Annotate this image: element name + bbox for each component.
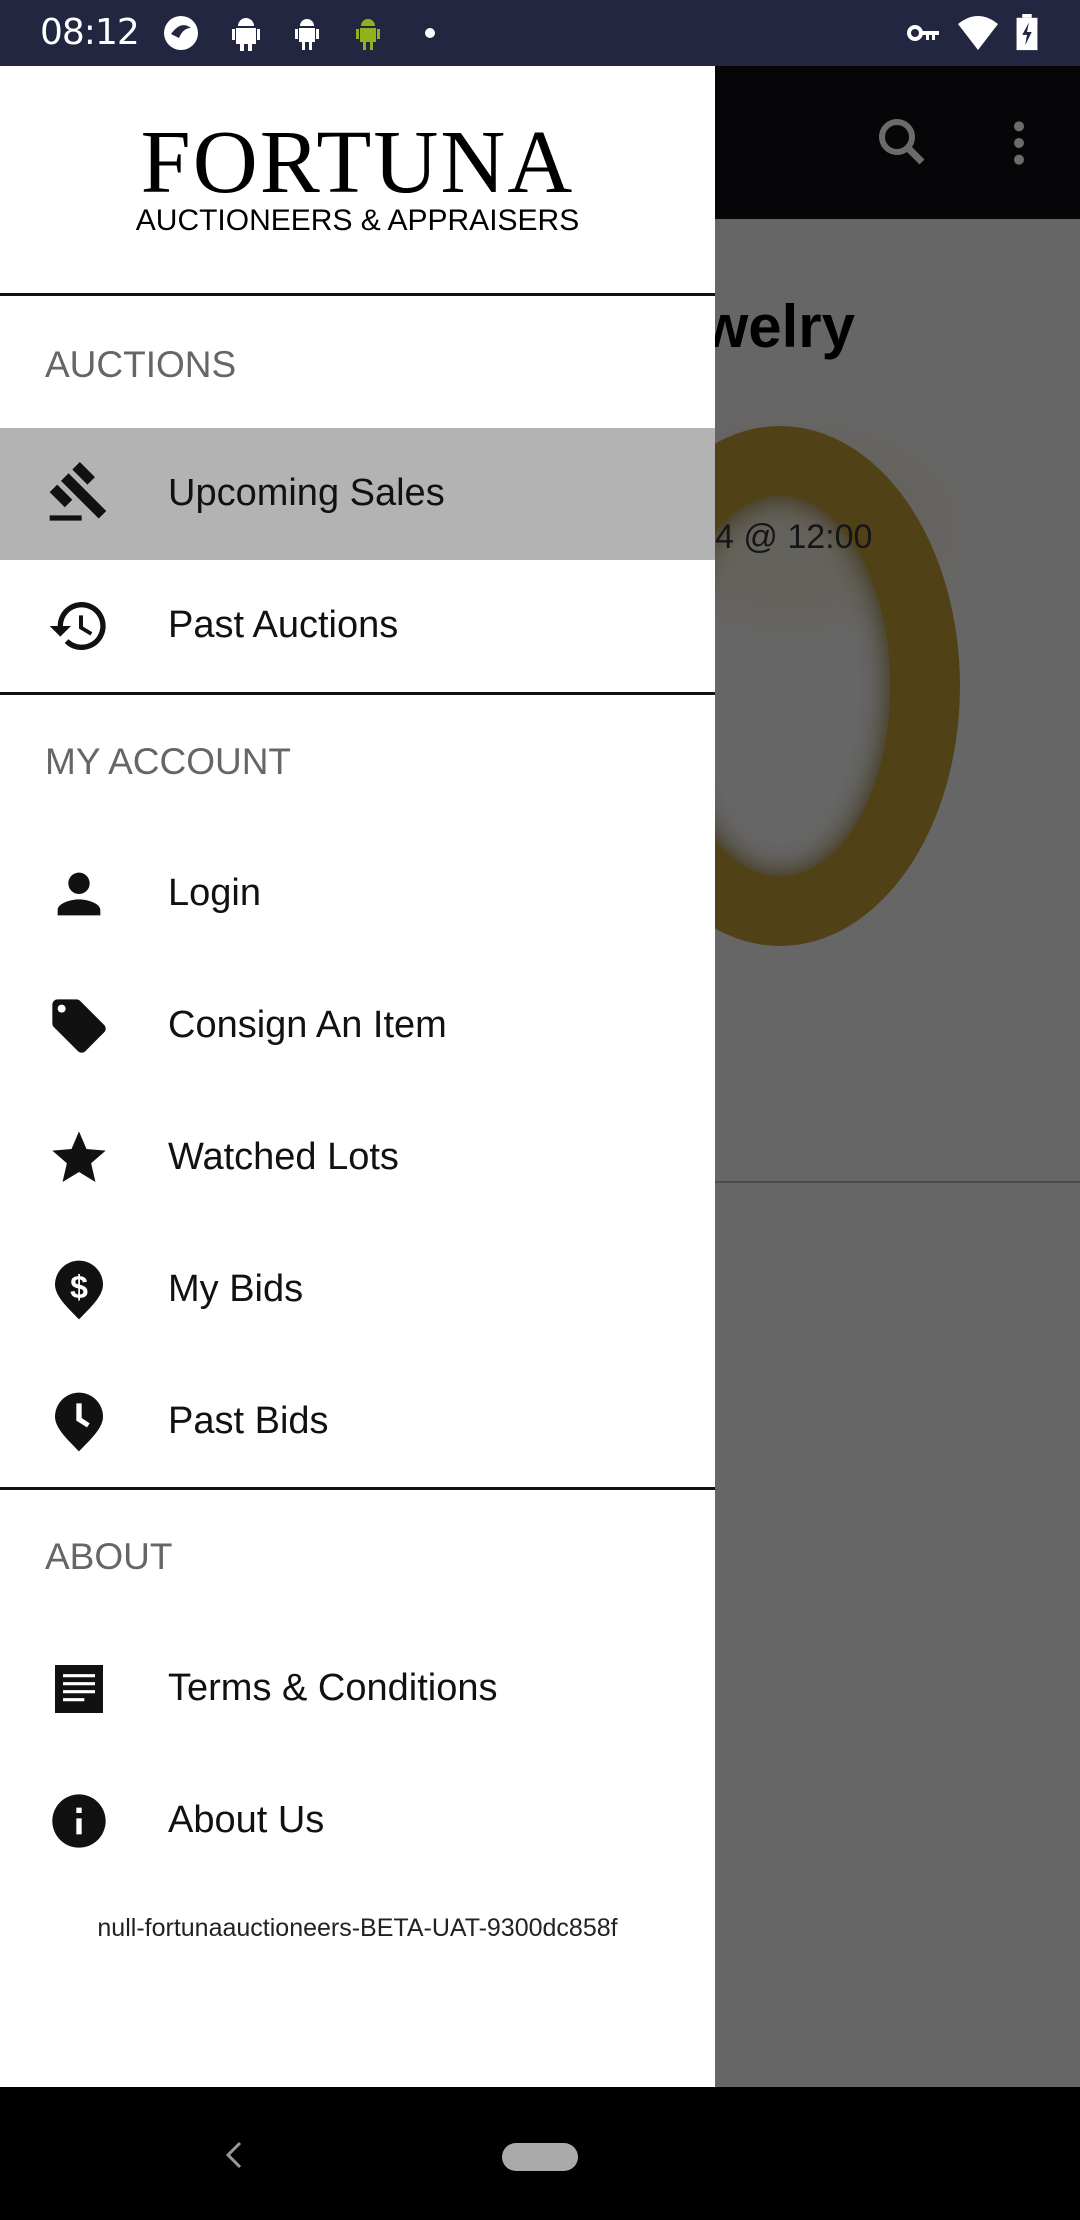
drawer-item-watched-lots[interactable]: Watched Lots xyxy=(0,1092,715,1224)
drawer-item-my-bids[interactable]: $ My Bids xyxy=(0,1224,715,1356)
info-icon xyxy=(52,1794,106,1848)
drawer-item-label: Watched Lots xyxy=(168,1136,399,1178)
drawer-item-label: Login xyxy=(168,872,261,914)
drawer-item-upcoming-sales[interactable]: Upcoming Sales xyxy=(0,428,715,560)
status-bar: 08:12 xyxy=(0,0,1080,66)
document-icon xyxy=(55,1665,103,1713)
drawer-item-past-bids[interactable]: Past Bids xyxy=(0,1356,715,1488)
android-green-icon xyxy=(356,19,380,50)
section-header-about: ABOUT xyxy=(45,1536,173,1577)
back-icon[interactable] xyxy=(222,2139,246,2171)
android-icon xyxy=(232,18,260,51)
drawer-item-past-auctions[interactable]: Past Auctions xyxy=(0,560,715,692)
dot-icon xyxy=(425,28,435,38)
navigation-drawer: FORTUNA AUCTIONEERS & APPRAISERS AUCTION… xyxy=(0,66,715,2087)
navigation-bar xyxy=(0,2087,1080,2220)
drawer-item-label: Consign An Item xyxy=(168,1004,447,1046)
android-icon xyxy=(295,19,319,50)
dollar-pin-icon: $ xyxy=(55,1260,103,1320)
section-header-my-account: MY ACCOUNT xyxy=(45,741,292,782)
section-header-auctions: AUCTIONS xyxy=(45,344,237,385)
wifi-icon xyxy=(958,16,998,50)
drawer-item-label: My Bids xyxy=(168,1268,304,1310)
home-pill[interactable] xyxy=(502,2143,578,2171)
drawer-item-label: Upcoming Sales xyxy=(168,472,445,514)
drawer-item-label: Past Auctions xyxy=(168,604,399,646)
vpn-key-icon xyxy=(907,25,939,41)
clock: 08:12 xyxy=(40,12,140,53)
gavel-icon xyxy=(49,462,107,521)
person-icon xyxy=(57,872,101,916)
fortuna-logo: FORTUNA AUCTIONEERS & APPRAISERS xyxy=(0,66,715,294)
divider xyxy=(0,692,715,695)
logo-tagline: AUCTIONEERS & APPRAISERS xyxy=(135,204,580,237)
auction-date: 4 @ 12:00 xyxy=(715,518,873,556)
drawer-item-about-us[interactable]: About Us xyxy=(0,1755,715,1887)
app-icon xyxy=(164,16,198,50)
drawer-item-terms[interactable]: Terms & Conditions xyxy=(0,1623,715,1755)
logo-name: FORTUNA xyxy=(140,113,575,212)
drawer-item-label: Past Bids xyxy=(168,1400,329,1442)
divider xyxy=(0,293,715,296)
battery-charging-icon xyxy=(1016,14,1038,51)
more-vert-icon[interactable] xyxy=(1002,118,1036,168)
svg-text:$: $ xyxy=(70,1269,88,1305)
star-icon xyxy=(52,1131,106,1182)
app-version: null-fortunaauctioneers-BETA-UAT-9300dc8… xyxy=(97,1914,618,1942)
drawer-item-label: Terms & Conditions xyxy=(168,1667,498,1709)
divider xyxy=(0,1487,715,1490)
drawer-item-label: About Us xyxy=(168,1799,325,1841)
drawer-item-login[interactable]: Login xyxy=(0,828,715,960)
tag-icon xyxy=(52,999,106,1053)
clock-pin-icon xyxy=(55,1392,103,1452)
history-icon xyxy=(49,602,106,650)
drawer-item-consign[interactable]: Consign An Item xyxy=(0,960,715,1092)
search-icon[interactable] xyxy=(872,112,932,172)
